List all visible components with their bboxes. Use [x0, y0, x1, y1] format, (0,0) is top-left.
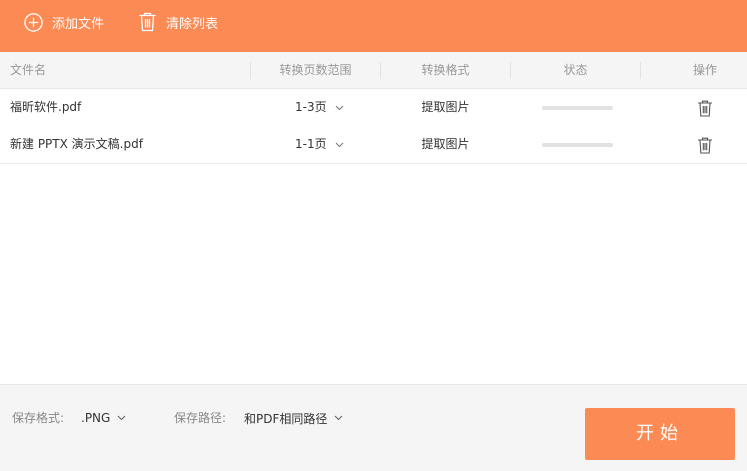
save-format-dropdown[interactable]: .PNG — [81, 385, 126, 451]
table-header: 文件名 转换页数范围 转换格式 状态 操作 — [0, 52, 747, 89]
column-header-page-range: 转换页数范围 — [279, 63, 352, 77]
status-progress-bar — [542, 106, 613, 110]
delete-row-button[interactable] — [697, 100, 713, 117]
status-progress-bar — [542, 143, 613, 147]
add-files-button[interactable]: 添加文件 — [24, 0, 104, 44]
save-path-label: 保存路径: — [174, 411, 227, 425]
column-header-status: 状态 — [563, 63, 588, 77]
file-name: 福昕软件.pdf — [10, 100, 82, 114]
chevron-down-icon — [335, 142, 343, 147]
column-header-filename: 文件名 — [10, 63, 47, 77]
trash-icon — [139, 12, 156, 32]
table-row: 福昕软件.pdf 1-3页 提取图片 — [0, 89, 747, 127]
chevron-down-icon — [335, 415, 343, 421]
page-range-dropdown[interactable]: 1-3页 — [295, 89, 344, 126]
start-button[interactable]: 开始 — [585, 408, 735, 460]
table-row: 新建 PPTX 演示文稿.pdf 1-1页 提取图片 — [0, 126, 747, 164]
delete-row-button[interactable] — [697, 137, 713, 154]
page-range-value: 1-1页 — [295, 137, 327, 151]
column-header-format: 转换格式 — [421, 63, 470, 77]
conversion-format: 提取图片 — [421, 137, 470, 151]
save-format-label: 保存格式: — [12, 411, 65, 425]
save-path-dropdown[interactable]: 和PDF相同路径 — [244, 385, 343, 451]
column-header-actions: 操作 — [692, 63, 717, 77]
save-path-value: 和PDF相同路径 — [244, 411, 328, 426]
conversion-format: 提取图片 — [421, 100, 470, 114]
plus-circle-icon — [24, 12, 43, 32]
chevron-down-icon — [117, 415, 126, 421]
add-files-label: 添加文件 — [52, 16, 105, 32]
page-range-dropdown[interactable]: 1-1页 — [295, 126, 344, 163]
clear-list-button[interactable]: 清除列表 — [138, 0, 218, 44]
page-range-value: 1-3页 — [295, 100, 327, 114]
clear-list-label: 清除列表 — [166, 16, 219, 32]
chevron-down-icon — [335, 105, 343, 110]
toolbar: 添加文件 清除列表 — [0, 0, 747, 52]
file-name: 新建 PPTX 演示文稿.pdf — [10, 137, 143, 151]
save-format-value: .PNG — [81, 411, 111, 425]
